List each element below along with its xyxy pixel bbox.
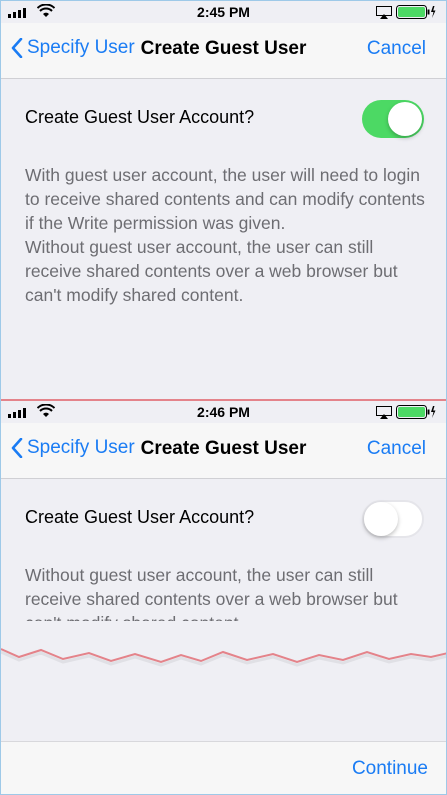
device-frame: 2:45 PM Specify User Create Guest User C… (0, 0, 447, 795)
description-paragraph: With guest user account, the user will n… (25, 165, 425, 233)
screen-top: 2:45 PM Specify User Create Guest User C… (1, 1, 446, 401)
guest-account-row: Create Guest User Account? (1, 79, 446, 157)
status-bar: 2:46 PM (1, 401, 446, 423)
battery-charging-icon (396, 5, 436, 19)
guest-account-toggle[interactable] (362, 500, 424, 538)
guest-account-row: Create Guest User Account? (1, 479, 446, 557)
navigation-bar: Specify User Create Guest User Cancel (1, 23, 446, 79)
back-button[interactable]: Specify User (11, 437, 135, 459)
description-text: With guest user account, the user will n… (25, 163, 427, 307)
back-button-label: Specify User (27, 437, 135, 458)
chevron-left-icon (11, 438, 23, 458)
torn-edge (1, 621, 446, 667)
chevron-left-icon (11, 38, 23, 58)
guest-account-label: Create Guest User Account? (25, 507, 255, 527)
back-button-label: Specify User (27, 37, 135, 58)
bottom-toolbar: Continue (1, 741, 446, 794)
status-bar: 2:45 PM (1, 1, 446, 23)
cancel-button[interactable]: Cancel (367, 38, 426, 60)
airplay-icon (376, 406, 392, 419)
description-paragraph: Without guest user account, the user can… (25, 237, 398, 305)
guest-account-label: Create Guest User Account? (25, 107, 255, 127)
airplay-icon (376, 6, 392, 19)
battery-charging-icon (396, 405, 436, 419)
back-button[interactable]: Specify User (11, 37, 135, 59)
toggle-knob (388, 102, 422, 136)
cancel-button[interactable]: Cancel (367, 438, 426, 460)
guest-account-toggle[interactable] (362, 100, 424, 138)
navigation-bar: Specify User Create Guest User Cancel (1, 423, 446, 479)
continue-button[interactable]: Continue (352, 758, 428, 780)
toggle-knob (364, 502, 398, 536)
